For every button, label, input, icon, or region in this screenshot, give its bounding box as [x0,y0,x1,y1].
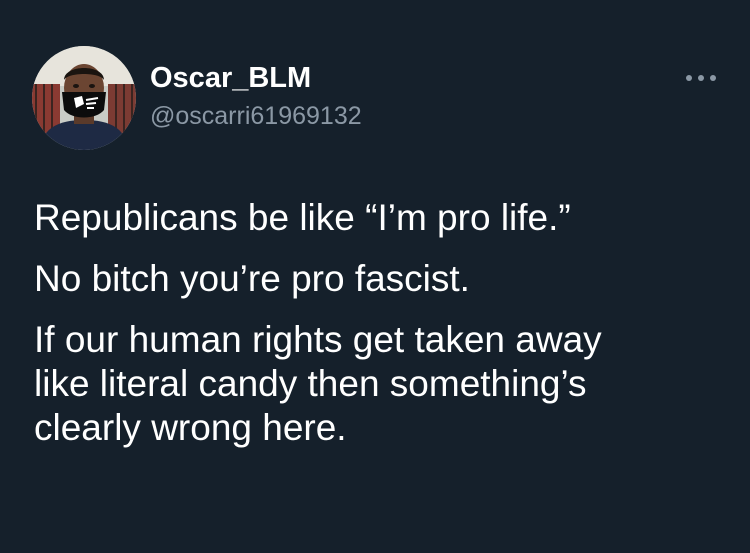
tweet-paragraph: Republicans be like “I’m pro life.” [34,197,571,238]
tweet-text: Republicans be like “I’m pro life.” No b… [34,196,724,467]
tweet-card: Oscar_BLM @oscarri61969132 Republicans b… [0,0,750,553]
author-display-name[interactable]: Oscar_BLM [150,62,311,95]
avatar[interactable] [32,46,136,150]
tweet-paragraph: No bitch you’re pro fascist. [34,258,470,299]
tweet-paragraph: If our human rights get taken away like … [34,319,602,448]
author-handle[interactable]: @oscarri61969132 [150,102,362,131]
more-horizontal-icon[interactable] [684,68,718,88]
avatar-photo [32,46,136,150]
